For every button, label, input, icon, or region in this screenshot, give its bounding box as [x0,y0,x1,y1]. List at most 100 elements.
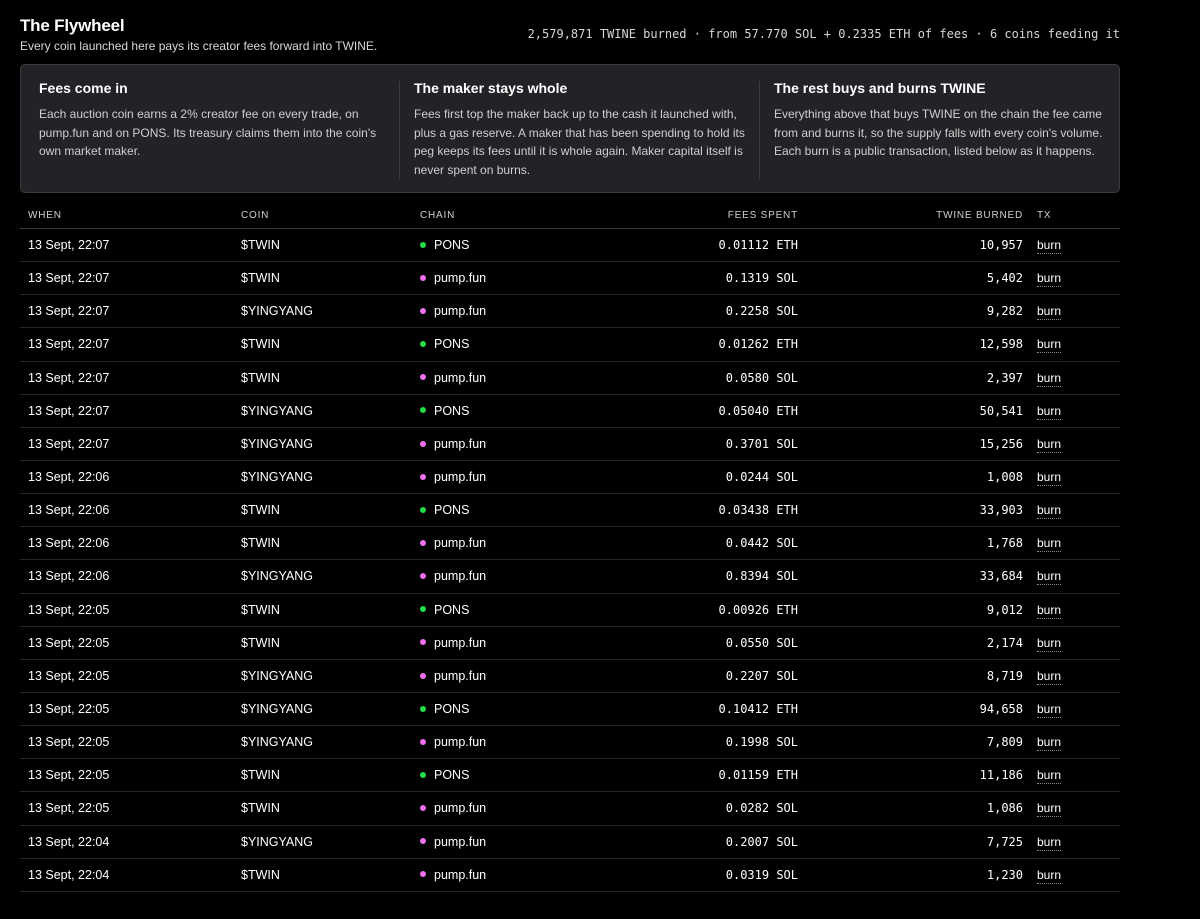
burn-tx-link[interactable]: burn [1037,768,1062,785]
cell-coin: $TWIN [241,536,280,551]
cell-chain: pump.fun [420,627,486,660]
burn-tx-link[interactable]: burn [1037,304,1062,321]
table-row: 13 Sept, 22:05 $YINGYANG pump.fun 0.2207 SO… [20,660,1120,693]
header-fees-spent: FEES SPENT [727,210,798,221]
cell-chain: pump.fun [420,792,486,825]
cell-tx: burn [1037,262,1062,295]
cell-when: 13 Sept, 22:07 [28,337,110,352]
burn-tx-link[interactable]: burn [1037,436,1062,453]
cell-fees-spent: 0.2007 SOL [725,834,798,849]
table-row: 13 Sept, 22:05 $TWIN PONS 0.01159 ETH 11,186… [20,759,1120,793]
cell-coin: $YINGYANG [241,469,314,484]
burn-tx-link[interactable]: burn [1037,801,1062,818]
cell-when: 13 Sept, 22:05 [28,801,110,816]
cell-fees-spent: 0.0244 SOL [725,469,798,484]
cell-tx: burn [1037,428,1062,461]
burn-tx-link[interactable]: burn [1037,536,1062,553]
cell-chain: pump.fun [420,660,486,693]
burn-tx-link[interactable]: burn [1037,271,1062,288]
cell-coin: $TWIN [241,635,280,650]
burn-tx-link[interactable]: burn [1037,569,1062,586]
burn-tx-link[interactable]: burn [1037,701,1062,718]
cell-when: 13 Sept, 22:07 [28,403,110,418]
cell-chain: pump.fun [420,726,486,759]
cell-twine-burned: 94,658 [979,701,1023,716]
burn-tx-link[interactable]: burn [1037,238,1062,254]
cell-chain: PONS [420,229,469,262]
table-row: 13 Sept, 22:05 $TWIN pump.fun 0.0550 SOL 2,1… [20,627,1120,660]
cell-fees-spent: 0.05040 ETH [718,403,798,418]
cell-fees-spent: 0.1998 SOL [725,735,798,750]
pump-chain-dot-icon [420,871,426,878]
cell-coin: $YINGYANG [241,436,314,451]
cell-tx: burn [1037,328,1062,361]
pump-chain-dot-icon [420,573,426,580]
cell-fees-spent: 0.10412 ETH [718,701,798,716]
chain-label: pump.fun [434,271,487,286]
info-divider [759,81,760,179]
burn-tx-link[interactable]: burn [1037,602,1062,619]
table-row: 13 Sept, 22:07 $TWIN PONS 0.01112 ETH 10,957… [20,229,1120,263]
cell-when: 13 Sept, 22:06 [28,503,110,518]
header-when: WHEN [28,210,62,221]
cell-coin: $TWIN [241,370,280,385]
burn-tx-link[interactable]: burn [1037,503,1062,520]
burn-tx-link[interactable]: burn [1037,469,1062,486]
info-buys-and-burns: The rest buys and burns TWINE Everything… [774,65,1109,192]
burn-tx-link[interactable]: burn [1037,834,1062,851]
table-row: 13 Sept, 22:07 $TWIN PONS 0.01262 ETH 12,598… [20,328,1120,362]
info-text: Each auction coin earns a 2% creator fee… [39,107,377,159]
cell-twine-burned: 12,598 [979,337,1023,352]
pons-chain-dot-icon [420,341,426,348]
cell-coin: $TWIN [241,867,280,882]
pons-chain-dot-icon [420,771,426,778]
burn-tx-link[interactable]: burn [1037,337,1062,354]
cell-chain: pump.fun [420,859,486,892]
cell-twine-burned: 11,186 [979,768,1023,783]
chain-label: PONS [434,503,470,518]
cell-coin: $TWIN [241,768,280,783]
cell-tx: burn [1037,693,1062,726]
cell-fees-spent: 0.0442 SOL [725,536,798,551]
pons-chain-dot-icon [420,506,426,513]
table-row: 13 Sept, 22:07 $YINGYANG PONS 0.05040 ETH 50… [20,395,1120,428]
pump-chain-dot-icon [420,539,426,546]
cell-coin: $TWIN [241,337,280,352]
cell-tx: burn [1037,792,1062,825]
burn-tx-link[interactable]: burn [1037,403,1062,420]
cell-chain: PONS [420,594,469,627]
info-fees-come-in: Fees come in Each auction coin earns a 2… [39,65,384,192]
cell-coin: $YINGYANG [241,668,314,683]
burn-tx-link[interactable]: burn [1037,370,1062,387]
burn-tx-link[interactable]: burn [1037,867,1062,884]
pons-chain-dot-icon [420,241,426,248]
chain-label: pump.fun [434,304,487,319]
table-row: 13 Sept, 22:05 $TWIN PONS 0.00926 ETH 9,012 b… [20,594,1120,627]
cell-coin: $TWIN [241,801,280,816]
cell-chain: pump.fun [420,262,486,295]
burn-tx-link[interactable]: burn [1037,668,1062,685]
cell-fees-spent: 0.0282 SOL [725,801,798,816]
cell-when: 13 Sept, 22:07 [28,271,110,286]
chain-label: PONS [434,403,470,418]
burn-tx-link[interactable]: burn [1037,735,1062,752]
cell-fees-spent: 0.2207 SOL [725,668,798,683]
cell-twine-burned: 5,402 [986,271,1023,286]
cell-tx: burn [1037,527,1062,560]
chain-label: pump.fun [434,834,487,849]
cell-twine-burned: 33,903 [979,503,1023,518]
table-row: 13 Sept, 22:05 $YINGYANG pump.fun 0.1998 SO… [20,726,1120,760]
cell-twine-burned: 2,174 [986,635,1023,650]
chain-label: pump.fun [434,635,487,650]
pump-chain-dot-icon [420,672,426,679]
cell-tx: burn [1037,726,1062,759]
burn-table: WHEN COIN CHAIN FEES SPENT TWINE BURNED … [20,200,1120,892]
cell-tx: burn [1037,759,1062,792]
cell-tx: burn [1037,461,1062,494]
chain-label: pump.fun [434,536,487,551]
chain-label: PONS [434,238,470,252]
cell-fees-spent: 0.3701 SOL [725,436,798,451]
burn-tx-link[interactable]: burn [1037,635,1062,652]
cell-when: 13 Sept, 22:05 [28,602,110,617]
cell-chain: pump.fun [420,362,486,395]
